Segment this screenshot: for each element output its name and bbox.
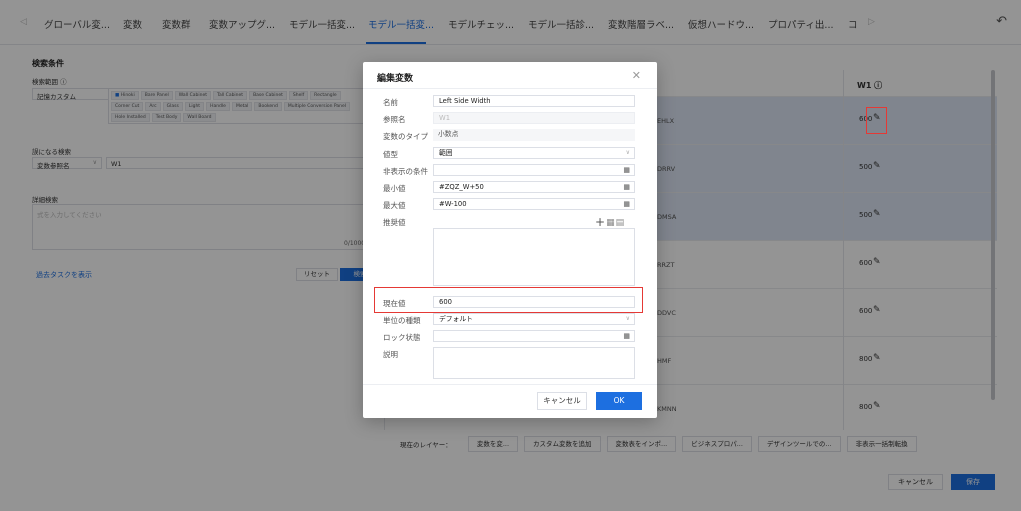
max-value-input[interactable]: #W-100 ▦	[433, 198, 635, 210]
calculator-icon[interactable]: ▦	[623, 166, 630, 175]
name-input[interactable]: Left Side Width	[433, 95, 635, 107]
recommended-value-tools: +▦▤	[595, 215, 625, 229]
variable-type-value: 小数点	[433, 129, 635, 141]
cancel-button[interactable]: キャンセル	[537, 392, 587, 410]
edit-icon-highlight	[866, 107, 887, 134]
value-type-select[interactable]: 範囲 ∨	[433, 147, 635, 159]
reference-name-label: 参照名	[383, 115, 406, 124]
chevron-down-icon: ∨	[625, 149, 630, 156]
current-value-highlight	[374, 287, 643, 313]
name-label: 名前	[383, 98, 398, 107]
max-value-label: 最大値	[383, 201, 406, 210]
unit-type-select[interactable]: デフォルト ∨	[433, 313, 635, 325]
min-value-label: 最小値	[383, 184, 406, 193]
calculator-icon[interactable]: ▦	[606, 218, 616, 228]
calculator-icon[interactable]: ▦	[623, 332, 630, 341]
add-icon[interactable]: +	[595, 215, 606, 229]
edit-variable-dialog: 編集変数 ✕ 名前 Left Side Width 参照名 W1 変数のタイプ …	[363, 62, 657, 418]
unit-type-label: 単位の種類	[383, 316, 421, 325]
hide-condition-label: 非表示の条件	[383, 167, 428, 176]
recommended-value-list[interactable]	[433, 228, 635, 286]
value-type-label: 値型	[383, 150, 398, 159]
dialog-title: 編集変数	[377, 74, 414, 84]
recommended-value-label: 推奨値	[383, 218, 406, 227]
chevron-down-icon: ∨	[625, 315, 630, 322]
description-label: 説明	[383, 350, 398, 359]
calculator-icon[interactable]: ▦	[623, 200, 630, 209]
variable-type-label: 変数のタイプ	[383, 132, 428, 141]
ok-button[interactable]: OK	[596, 392, 642, 410]
divider	[363, 384, 657, 385]
description-textarea[interactable]	[433, 347, 635, 379]
calculator-icon[interactable]: ▦	[623, 183, 630, 192]
reference-name-input: W1	[433, 112, 635, 124]
lock-state-input[interactable]: ▦	[433, 330, 635, 342]
delete-icon[interactable]: ▤	[616, 218, 626, 228]
close-icon[interactable]: ✕	[632, 69, 641, 82]
min-value-input[interactable]: #ZQZ_W+50 ▦	[433, 181, 635, 193]
divider	[363, 88, 657, 89]
lock-state-label: ロック状態	[383, 333, 421, 342]
hide-condition-input[interactable]: ▦	[433, 164, 635, 176]
